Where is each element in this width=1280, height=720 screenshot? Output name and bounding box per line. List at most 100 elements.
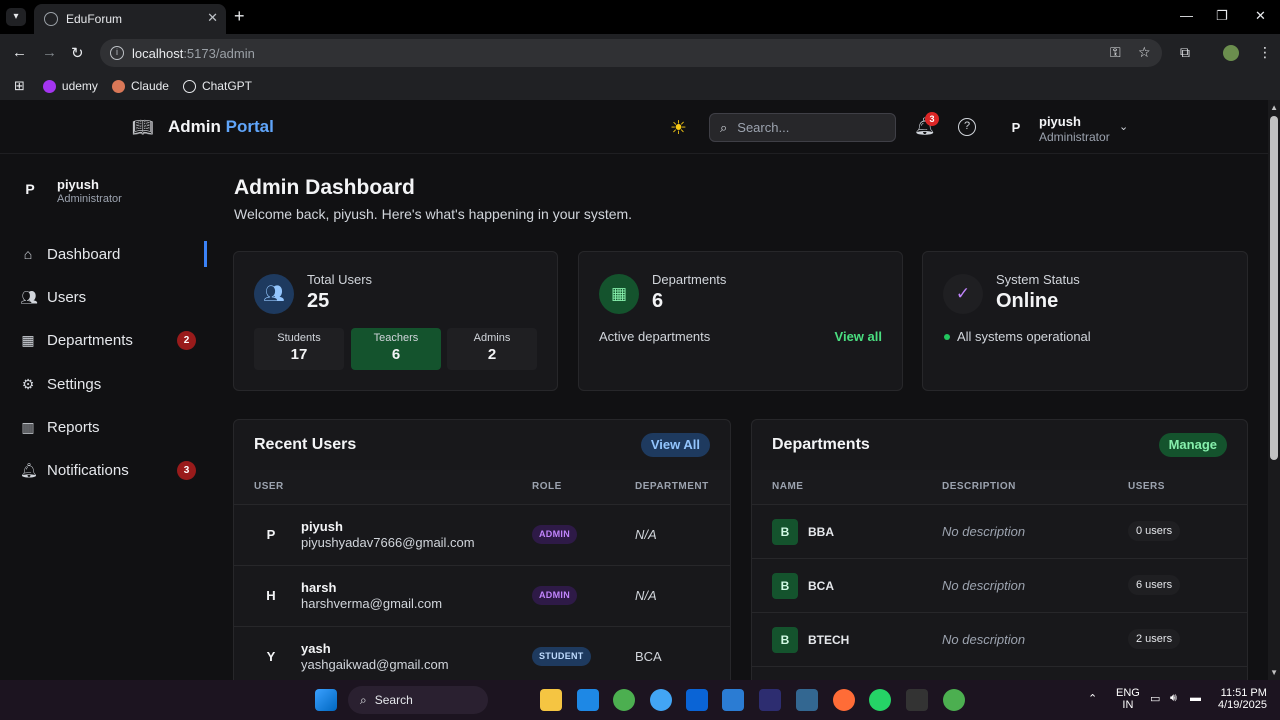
manage-departments-button[interactable]: Manage [1158, 433, 1227, 457]
header-user-name[interactable]: piyush [1039, 114, 1081, 129]
new-tab-button[interactable]: + [234, 6, 245, 27]
admins-stat: Admins 2 [447, 328, 537, 370]
taskbar-search[interactable]: ⌕ Search [348, 686, 488, 714]
sidebar-item-departments[interactable]: ▦ Departments 2 [0, 327, 207, 353]
recent-users-title: Recent Users [254, 436, 357, 453]
app-header: 📖︎ Admin Portal ☀ ⌕ Search... 🔔︎ 3 ? P p… [0, 100, 1268, 154]
browser-tab[interactable]: EduForum ✕ [34, 4, 226, 34]
theme-toggle-sun-icon[interactable]: ☀ [670, 117, 687, 140]
address-bar[interactable]: i localhost:5173/admin [100, 39, 1162, 67]
role-badge: ADMIN [532, 586, 577, 605]
sidebar-item-dashboard[interactable]: ⌂ Dashboard [0, 241, 207, 267]
role-badge: ADMIN [532, 525, 577, 544]
menu-icon[interactable]: ⋮ [1258, 44, 1272, 61]
department-name: BBA [808, 525, 834, 539]
department-initial: B [772, 519, 798, 545]
whatsapp-icon[interactable] [869, 689, 891, 711]
bookmark-chatgpt[interactable]: ChatGPT [182, 79, 252, 93]
bookmark-udemy[interactable]: udemy [42, 79, 98, 93]
sidebar-item-reports[interactable]: ▥ Reports [0, 414, 207, 440]
brand-logo[interactable]: Admin Portal [168, 117, 274, 137]
role-badge: STUDENT [532, 647, 591, 666]
language-indicator[interactable]: ENG IN [1116, 687, 1140, 711]
building-icon: ▦ [599, 274, 639, 314]
chatgpt-icon [182, 79, 196, 93]
vscode-icon[interactable] [577, 689, 599, 711]
user-email: harshverma@gmail.com [301, 596, 443, 611]
notifications-badge: 3 [177, 461, 196, 480]
user-department: N/A [635, 527, 657, 542]
apps-grid-icon[interactable]: ⊞ [14, 78, 25, 94]
postgres-icon[interactable] [796, 689, 818, 711]
volume-icon[interactable]: 🔊︎ [1170, 692, 1177, 705]
tab-search-button[interactable]: ▾ [6, 8, 26, 26]
bookmark-claude[interactable]: Claude [111, 79, 169, 93]
outlook-icon[interactable] [686, 689, 708, 711]
postman-icon[interactable] [833, 689, 855, 711]
browser-tab-strip: ▾ EduForum ✕ + — ❐ ✕ [0, 0, 1280, 34]
sidebar-item-settings[interactable]: ⚙ Settings [0, 371, 207, 397]
sidebar-user-role: Administrator [57, 193, 122, 205]
back-button[interactable]: ← [12, 44, 27, 61]
table-row[interactable]: B BCA No description 6 users [752, 558, 1247, 612]
users-group-icon: 👥︎ [254, 274, 294, 314]
extensions-icon[interactable]: ⧉ [1180, 44, 1190, 61]
ide-icon[interactable] [759, 689, 781, 711]
minimize-button[interactable]: — [1180, 8, 1193, 23]
department-name: BTECH [808, 633, 850, 647]
table-row[interactable]: B BTECH No description 2 users [752, 612, 1247, 666]
profile-avatar[interactable] [1223, 45, 1239, 61]
close-tab-icon[interactable]: ✕ [207, 10, 218, 26]
scroll-up-icon[interactable]: ▲ [1270, 103, 1278, 112]
forward-button[interactable]: → [42, 44, 57, 61]
office-icon[interactable] [722, 689, 744, 711]
col-user: USER [254, 481, 284, 492]
password-key-icon[interactable]: ⚿ [1110, 44, 1121, 61]
scroll-down-icon[interactable]: ▼ [1270, 668, 1278, 677]
table-row[interactable]: B BBA No description 0 users [752, 504, 1247, 558]
table-row[interactable]: Y yash yashgaikwad@gmail.com STUDENT BCA [234, 626, 730, 680]
chevron-down-icon[interactable]: ⌄ [1119, 120, 1128, 133]
department-user-count: 6 users [1128, 575, 1181, 595]
clock[interactable]: 11:51 PM 4/19/2025 [1218, 687, 1267, 711]
chrome-active-icon[interactable] [943, 689, 965, 711]
department-initial: B [772, 573, 798, 599]
tray-chevron-icon[interactable]: ⌃ [1088, 692, 1097, 705]
scrollbar-thumb[interactable] [1270, 116, 1278, 460]
url-host: localhost [132, 45, 184, 61]
table-row[interactable]: H harsh harshverma@gmail.com ADMIN N/A [234, 565, 730, 626]
chrome-icon[interactable] [613, 689, 635, 711]
sidebar-item-users[interactable]: 👥︎ Users [0, 284, 207, 310]
battery-icon[interactable]: ▬ [1190, 692, 1201, 704]
table-row[interactable]: P piyush piyushyadav7666@gmail.com ADMIN… [234, 504, 730, 565]
view-all-departments-link[interactable]: View all [835, 329, 882, 344]
bell-icon: 🔔︎ [20, 461, 38, 478]
sidebar-avatar: P [25, 181, 35, 197]
bookmark-star-icon[interactable]: ☆ [1138, 44, 1151, 61]
bookmarks-bar: ⊞ udemy Claude ChatGPT [0, 72, 1280, 100]
table-row[interactable] [752, 666, 1247, 680]
windows-taskbar: ⌕ Search ⌃ ENG IN ▭ 🔊︎ ▬ 11:51 PM 4/19/2025 [0, 680, 1280, 720]
view-all-users-button[interactable]: View All [640, 433, 710, 457]
globe-icon [44, 12, 58, 26]
file-explorer-icon[interactable] [540, 689, 562, 711]
help-icon[interactable]: ? [958, 118, 976, 136]
site-info-icon[interactable]: i [110, 46, 124, 60]
col-name: NAME [772, 481, 804, 492]
header-user-role: Administrator [1039, 130, 1110, 144]
windows-start-icon[interactable] [315, 689, 337, 711]
department-description: No description [942, 632, 1026, 647]
reload-button[interactable]: ↻ [71, 44, 84, 62]
home-icon: ⌂ [23, 246, 33, 262]
sidebar-item-notifications[interactable]: 🔔︎ Notifications 3 [0, 457, 207, 483]
departments-value: 6 [652, 290, 664, 312]
avatar[interactable]: P [1006, 118, 1026, 138]
app-icon[interactable] [650, 689, 672, 711]
terminal-icon[interactable] [906, 689, 928, 711]
maximize-button[interactable]: ❐ [1216, 8, 1228, 24]
close-window-button[interactable]: ✕ [1255, 8, 1266, 24]
page-title: Admin Dashboard [234, 176, 415, 199]
bar-chart-icon: ▥ [21, 418, 35, 435]
network-icon[interactable]: ▭ [1150, 692, 1160, 705]
search-input[interactable]: ⌕ Search... [709, 113, 896, 142]
